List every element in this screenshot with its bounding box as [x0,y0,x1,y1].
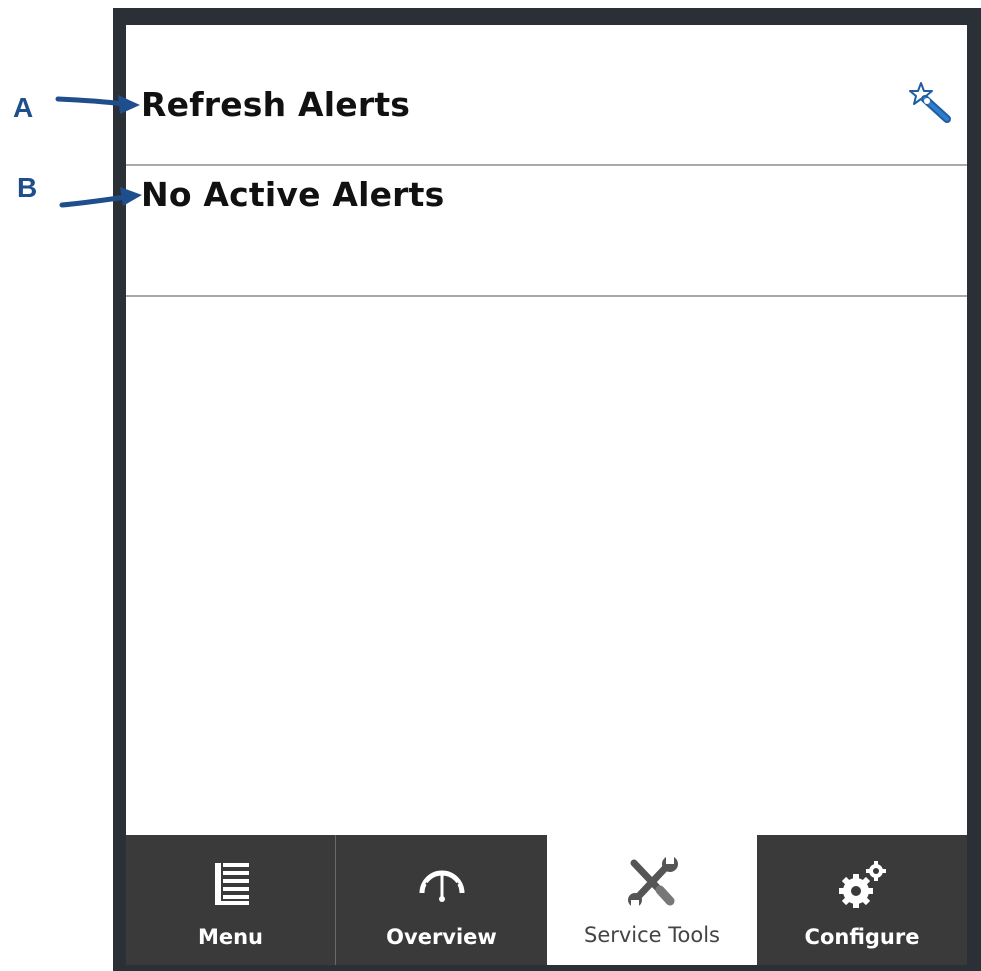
refresh-alerts-label: Refresh Alerts [141,85,411,124]
gauge-icon [419,870,464,902]
tools-icon [628,857,678,907]
bottom-tab-bar: Menu Overview Service Tools Configure [126,833,967,965]
tab-service-tools[interactable]: Service Tools [547,833,757,965]
list-icon [214,863,249,905]
tab-configure[interactable]: Configure [757,835,967,965]
figure: A B Refresh Alerts No Active Alerts Menu… [0,0,981,971]
refresh-alerts-row[interactable]: Refresh Alerts [126,25,967,166]
tab-overview-label: Overview [386,925,497,949]
tab-service-tools-label: Service Tools [583,923,721,947]
alerts-status-label: No Active Alerts [141,175,445,214]
tab-overview[interactable]: Overview [336,835,547,965]
no-active-alerts-row: No Active Alerts [126,166,967,297]
arrow-b [59,187,142,208]
tab-menu-label: Menu [197,925,264,949]
tab-configure-label: Configure [804,925,920,949]
gears-icon [839,861,886,908]
arrow-a [55,95,140,114]
magic-wand-icon[interactable] [909,81,953,125]
callout-arrows [55,95,142,208]
device-screen: Refresh Alerts No Active Alerts Menu Ove… [126,25,967,965]
tab-menu[interactable]: Menu [126,835,336,965]
